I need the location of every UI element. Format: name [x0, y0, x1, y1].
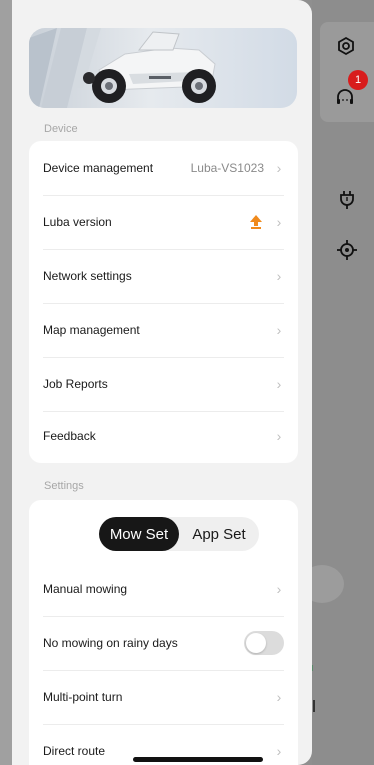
menu-item-job-reports[interactable]: Job Reports › [29, 357, 298, 411]
tab-mow-set[interactable]: Mow Set [99, 517, 179, 551]
menu-item-feedback[interactable]: Feedback › [29, 409, 298, 463]
setting-item-label: No mowing on rainy days [43, 636, 178, 650]
device-card: Device management Luba-VS1023 › Luba ver… [29, 141, 298, 463]
menu-item-label: Network settings [43, 269, 132, 283]
chevron-right-icon: › [276, 268, 282, 284]
device-name-value: Luba-VS1023 [190, 161, 264, 175]
chevron-right-icon: › [276, 743, 282, 759]
setting-item-no-mowing-rainy-days: No mowing on rainy days [29, 616, 298, 670]
setting-item-multi-point-turn[interactable]: Multi-point turn › [29, 670, 298, 724]
settings-section-label: Settings [44, 480, 84, 492]
home-indicator[interactable] [133, 757, 263, 762]
menu-item-label: Luba version [43, 215, 112, 229]
notification-badge: 1 [348, 70, 368, 90]
background-map-marker [313, 700, 315, 712]
side-drawer: Device Device management Luba-VS1023 › L… [12, 0, 312, 765]
menu-item-network-settings[interactable]: Network settings › [29, 249, 298, 303]
support-headset-icon[interactable] [333, 86, 357, 110]
locate-crosshair-icon[interactable] [335, 238, 359, 262]
settings-card: Mow Set App Set Manual mowing › No mowin… [29, 500, 298, 765]
setting-item-label: Manual mowing [43, 582, 128, 596]
chevron-right-icon: › [276, 322, 282, 338]
chevron-right-icon: › [276, 428, 282, 444]
setting-item-label: Multi-point turn [43, 690, 123, 704]
menu-item-label: Feedback [43, 429, 96, 443]
setting-item-manual-mowing[interactable]: Manual mowing › [29, 562, 298, 616]
settings-segmented-control: Mow Set App Set [99, 517, 259, 551]
chevron-right-icon: › [276, 689, 282, 705]
setting-item-label: Direct route [43, 744, 106, 758]
chevron-right-icon: › [276, 581, 282, 597]
charging-plug-icon[interactable] [335, 188, 359, 212]
chevron-right-icon: › [276, 214, 282, 230]
menu-item-label: Map management [43, 323, 140, 337]
device-hero-image[interactable] [29, 28, 297, 108]
left-edge-strip [0, 0, 12, 765]
menu-item-label: Device management [43, 161, 154, 175]
menu-item-map-management[interactable]: Map management › [29, 303, 298, 357]
tab-app-set[interactable]: App Set [179, 517, 259, 551]
chevron-right-icon: › [276, 376, 282, 392]
chevron-right-icon: › [276, 160, 282, 176]
menu-item-luba-version[interactable]: Luba version › [29, 195, 298, 249]
rainy-days-toggle[interactable] [244, 631, 284, 655]
screen: 1 Device Device management Luba-VS1023 ›… [0, 0, 374, 765]
settings-hexagon-icon[interactable] [334, 34, 358, 58]
menu-item-label: Job Reports [43, 377, 108, 391]
toggle-knob [246, 633, 266, 653]
device-section-label: Device [44, 123, 78, 135]
menu-item-device-management[interactable]: Device management Luba-VS1023 › [29, 141, 298, 195]
update-arrow-icon [250, 215, 262, 229]
